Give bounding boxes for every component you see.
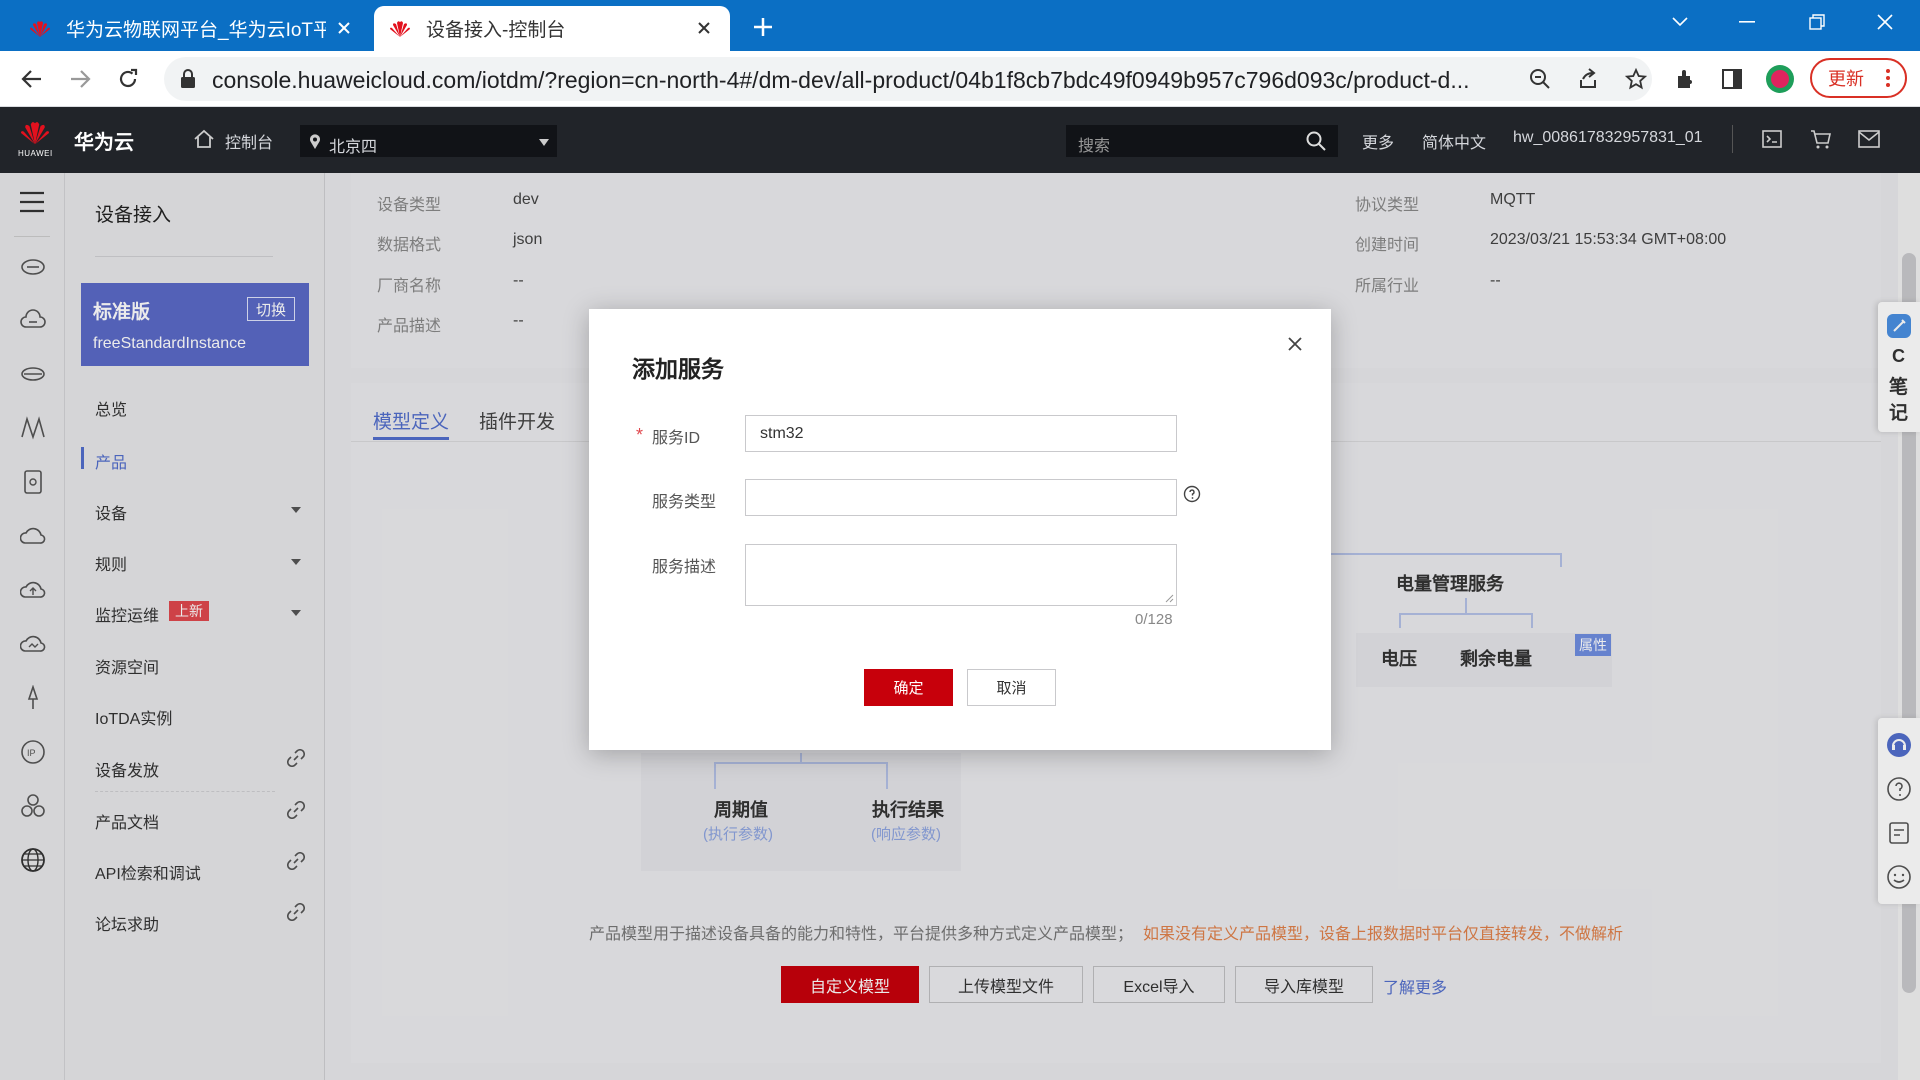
resize-handle-icon[interactable]: [1164, 593, 1174, 603]
mail-icon[interactable]: [1858, 130, 1880, 148]
update-button[interactable]: 更新: [1810, 58, 1907, 98]
extensions-icon[interactable]: [1668, 61, 1704, 97]
location-pin-icon: [310, 134, 320, 149]
logo-text: HUAWEI: [18, 149, 53, 158]
huawei-logo-icon: [30, 20, 50, 37]
confirm-button[interactable]: 确定: [864, 669, 953, 706]
region-value: 北京四: [329, 139, 378, 156]
close-tab-icon[interactable]: [692, 16, 716, 40]
required-asterisk: *: [636, 425, 644, 445]
browser-address-bar: console.huaweicloud.com/iotdm/?region=cn…: [0, 51, 1920, 107]
update-label: 更新: [1828, 69, 1864, 89]
cloud-shell-icon[interactable]: [1762, 129, 1782, 149]
tab-title: 设备接入-控制台: [426, 20, 566, 41]
service-id-input[interactable]: stm32: [745, 415, 1177, 452]
language-switch[interactable]: 简体中文: [1422, 129, 1486, 153]
close-window-icon[interactable]: [1850, 0, 1920, 44]
console-header: HUAWEI 华为云 控制台 北京四 搜索 更多 简体中文 hw_0086178…: [0, 107, 1920, 173]
close-tab-icon[interactable]: [332, 16, 356, 40]
home-icon[interactable]: [193, 128, 215, 150]
console-link[interactable]: 控制台: [225, 129, 273, 153]
tab-search-icon[interactable]: [1645, 0, 1715, 44]
more-menu[interactable]: 更多: [1362, 129, 1394, 153]
browser-tab-iot-platform[interactable]: 华为云物联网平台_华为云IoT平台: [14, 6, 370, 51]
search-icon[interactable]: [1306, 131, 1326, 151]
service-id-label: 服务ID: [652, 430, 701, 447]
console-search-input[interactable]: 搜索: [1066, 125, 1338, 157]
huawei-logo-icon: [390, 20, 410, 37]
region-select[interactable]: 北京四: [300, 125, 557, 157]
back-icon[interactable]: [14, 61, 50, 97]
url-text[interactable]: console.huaweicloud.com/iotdm/?region=cn…: [212, 67, 1512, 94]
service-desc-textarea[interactable]: [745, 544, 1177, 606]
char-count: 0/128: [1135, 611, 1173, 628]
cancel-button[interactable]: 取消: [967, 669, 1056, 706]
dialog-title: 添加服务: [632, 356, 724, 382]
brand-name[interactable]: 华为云: [74, 126, 134, 155]
forward-icon[interactable]: [62, 61, 98, 97]
user-menu[interactable]: hw_008617832957831_01: [1513, 129, 1703, 147]
add-service-dialog: 添加服务 * 服务ID stm32 服务类型 服务描述 0/128 确定 取消: [589, 309, 1331, 750]
service-type-input[interactable]: [745, 479, 1177, 516]
service-desc-label: 服务描述: [652, 559, 717, 576]
omnibox[interactable]: console.huaweicloud.com/iotdm/?region=cn…: [164, 57, 1652, 101]
search-placeholder: 搜索: [1078, 138, 1111, 155]
restore-icon[interactable]: [1782, 0, 1852, 44]
minimize-icon[interactable]: [1712, 0, 1782, 44]
close-icon[interactable]: [1286, 335, 1306, 355]
service-type-label: 服务类型: [652, 494, 717, 511]
bookmark-star-icon[interactable]: [1622, 65, 1650, 93]
browser-tab-console[interactable]: 设备接入-控制台: [374, 6, 730, 51]
header-divider: [1732, 125, 1733, 153]
zoom-icon[interactable]: [1526, 65, 1554, 93]
menu-dots-icon[interactable]: [1886, 69, 1890, 87]
tab-title: 华为云物联网平台_华为云IoT平台: [66, 20, 326, 41]
reload-icon[interactable]: [110, 61, 146, 97]
lock-icon[interactable]: [180, 69, 198, 89]
huawei-logo[interactable]: HUAWEI: [16, 119, 56, 163]
new-tab-icon[interactable]: [748, 12, 778, 42]
profile-avatar-icon[interactable]: [1762, 61, 1798, 97]
share-icon[interactable]: [1574, 65, 1602, 93]
chevron-down-icon: [539, 139, 549, 146]
huawei-logo-icon: [21, 122, 49, 145]
browser-tab-bar: 华为云物联网平台_华为云IoT平台 设备接入-控制台: [0, 0, 1920, 51]
cart-icon[interactable]: [1810, 129, 1832, 149]
help-circle-icon[interactable]: [1183, 485, 1201, 503]
sidepanel-icon[interactable]: [1714, 61, 1750, 97]
